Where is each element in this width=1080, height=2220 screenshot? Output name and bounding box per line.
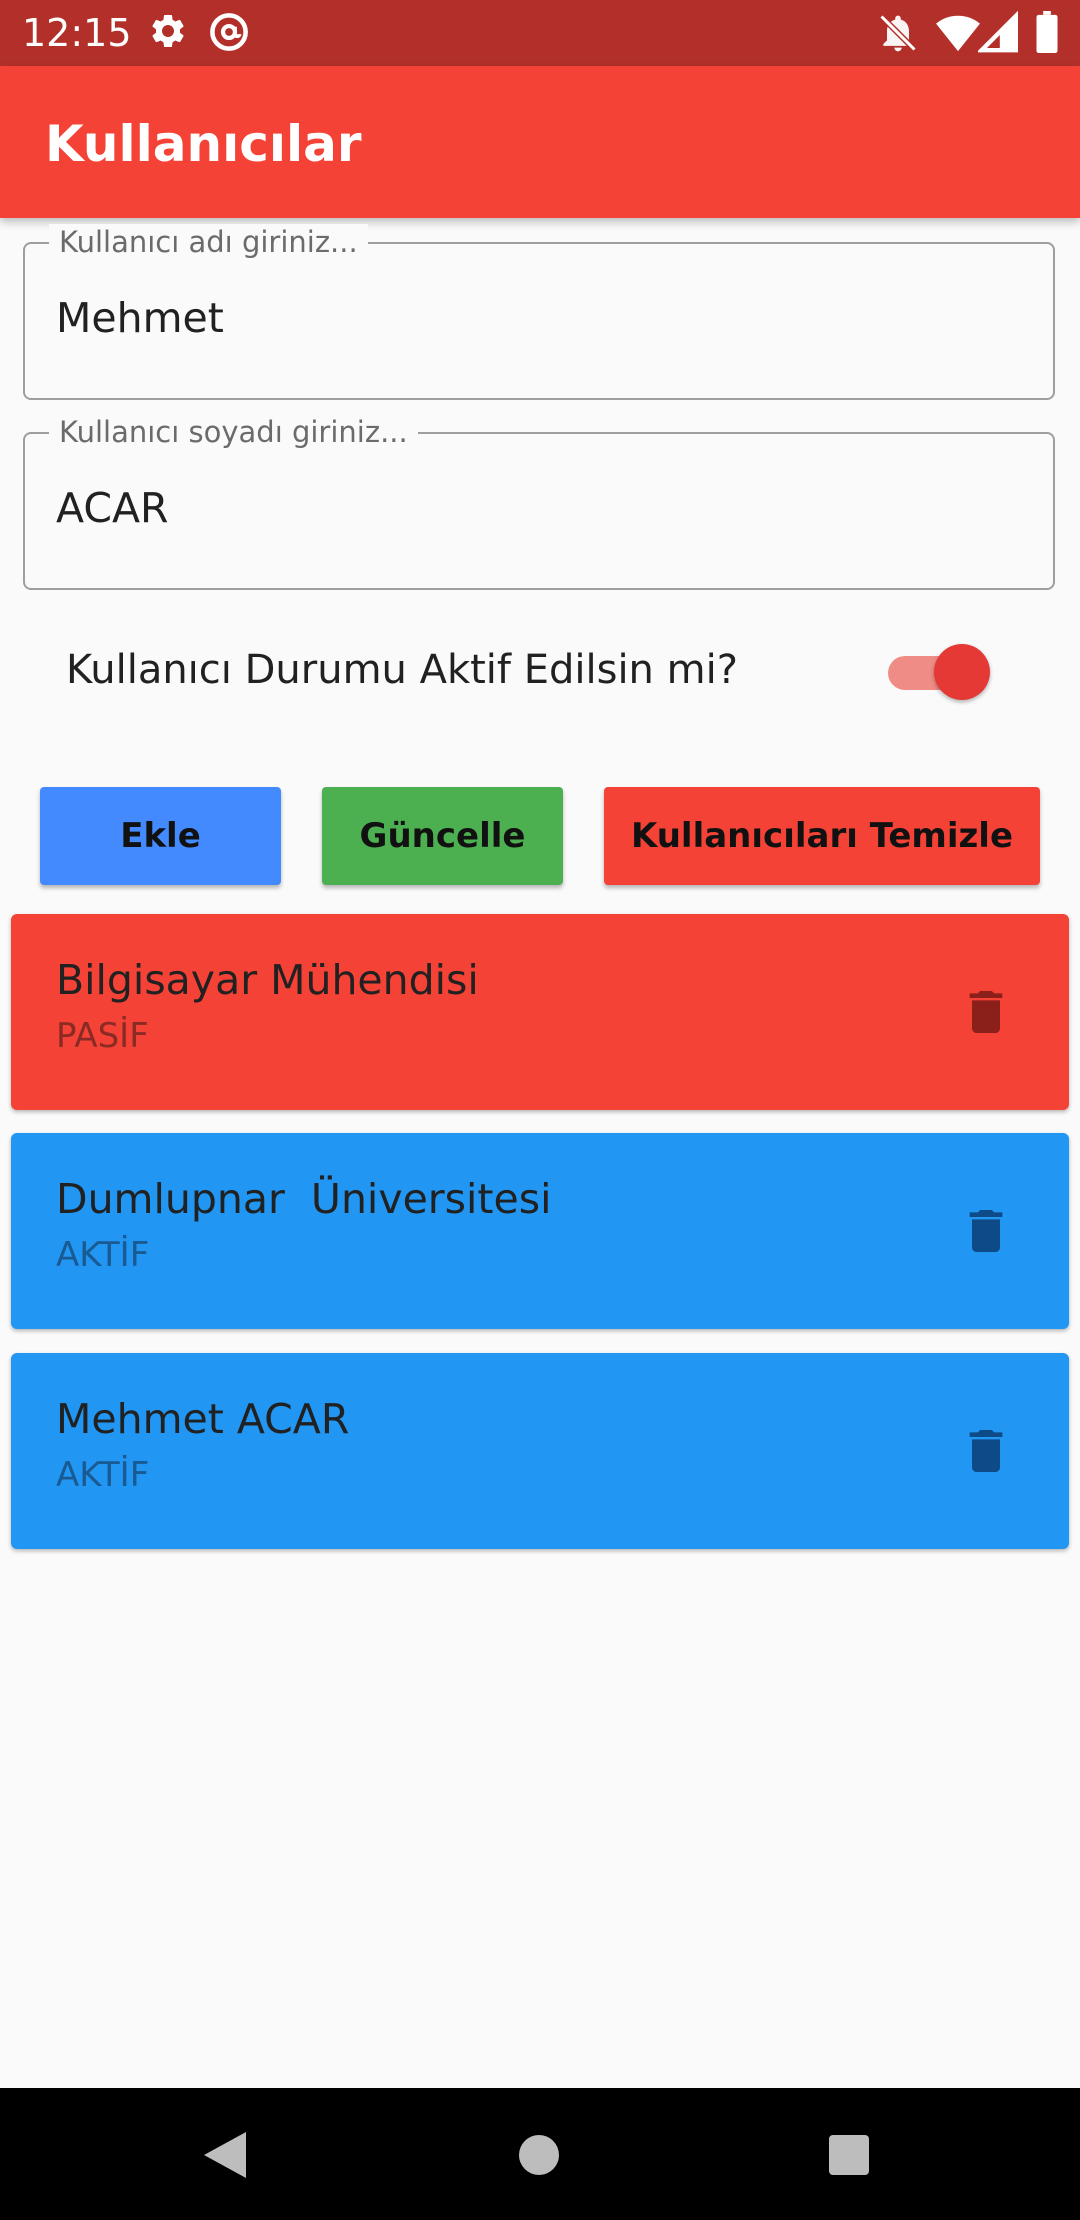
trash-icon[interactable] <box>958 984 1014 1040</box>
user-name: Mehmet ACAR <box>56 1395 350 1443</box>
trash-icon[interactable] <box>958 1423 1014 1479</box>
user-name: Dumlupnar Üniversitesi <box>56 1175 552 1223</box>
name-field-label: Kullanıcı adı giriniz... <box>49 224 368 260</box>
update-button[interactable]: Güncelle <box>322 787 563 885</box>
status-time: 12:15 <box>22 11 132 55</box>
surname-field-label: Kullanıcı soyadı giriniz... <box>49 414 418 450</box>
status-bar: 12:15 <box>0 0 1080 66</box>
signal-icon <box>976 10 1019 57</box>
battery-icon <box>1036 11 1058 57</box>
user-card[interactable]: Mehmet ACAR AKTİF <box>11 1353 1069 1549</box>
notifications-off-icon <box>876 11 920 59</box>
active-switch-label: Kullanıcı Durumu Aktif Edilsin mi? <box>66 647 738 693</box>
trash-icon[interactable] <box>958 1203 1014 1259</box>
name-input[interactable] <box>56 290 1016 346</box>
recents-icon[interactable] <box>828 2134 870 2180</box>
add-button[interactable]: Ekle <box>40 787 281 885</box>
wifi-icon <box>935 11 981 57</box>
user-card[interactable]: Dumlupnar Üniversitesi AKTİF <box>11 1133 1069 1329</box>
user-status: AKTİF <box>56 1235 150 1275</box>
gear-icon <box>148 11 188 55</box>
user-name: Bilgisayar Mühendisi <box>56 956 479 1004</box>
name-field[interactable]: Kullanıcı adı giriniz... <box>23 224 1055 400</box>
back-icon[interactable] <box>200 2130 248 2184</box>
surname-field[interactable]: Kullanıcı soyadı giriniz... <box>23 414 1055 590</box>
user-status: PASİF <box>56 1016 149 1056</box>
clear-users-button[interactable]: Kullanıcıları Temizle <box>604 787 1040 885</box>
user-status: AKTİF <box>56 1455 150 1495</box>
app-bar: Kullanıcılar <box>0 66 1080 218</box>
active-switch[interactable] <box>886 642 990 700</box>
surname-input[interactable] <box>56 480 1016 536</box>
switch-thumb[interactable] <box>934 644 990 700</box>
navigation-bar <box>0 2088 1080 2220</box>
page-title: Kullanıcılar <box>45 115 362 173</box>
user-card[interactable]: Bilgisayar Mühendisi PASİF <box>11 914 1069 1110</box>
at-sign-icon <box>208 11 250 57</box>
home-icon[interactable] <box>518 2134 560 2180</box>
